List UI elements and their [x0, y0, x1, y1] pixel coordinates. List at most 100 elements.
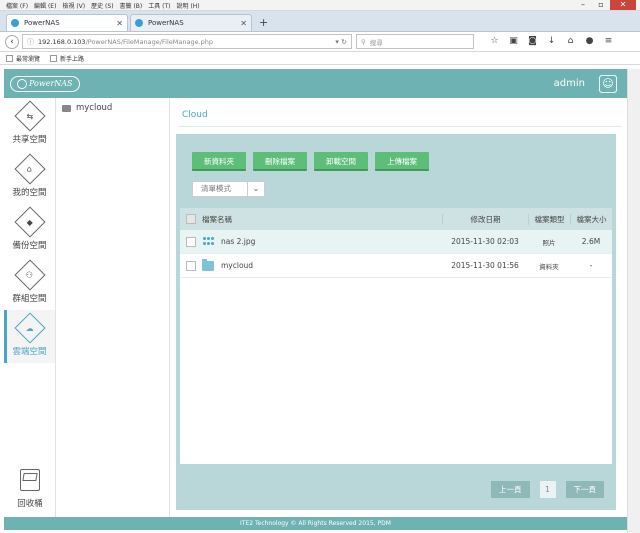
tree-item-mycloud[interactable]: mycloud [56, 98, 169, 118]
tab-title: PowerNAS [148, 19, 184, 27]
view-mode-value: 清單模式 [192, 181, 248, 197]
minimize-button[interactable]: – [574, 0, 592, 10]
recycle-bin-icon [20, 469, 40, 491]
file-panel: 新資料夾 刪除檔案 卸載空間 上傳檔案 清單模式 ⌄ 檔案名稱 修改日期 檔案類… [176, 134, 616, 510]
window-controls: – ▫ ✕ [574, 0, 636, 10]
reload-icon[interactable]: ▾ ↻ [335, 38, 347, 46]
select-all-checkbox[interactable] [186, 214, 196, 224]
row-checkbox[interactable] [186, 260, 196, 271]
sidebar: ⇆ 共享空間 ⌂ 我的空間 ◆ 備份空間 ⚇ 群組空間 ☁ 雲端空間 回收桶 [4, 98, 56, 517]
menu-edit[interactable]: 編輯 (E) [34, 1, 56, 10]
bookmark-most-visited[interactable]: 最常瀏覽 [6, 54, 40, 63]
search-placeholder: 搜尋 [369, 38, 383, 47]
url-host: 192.168.0.103 [38, 37, 86, 46]
menu-bar: 檔案 (F) 編輯 (E) 檢視 (V) 歷史 (S) 書籤 (B) 工具 (T… [0, 0, 640, 11]
delete-file-button[interactable]: 刪除檔案 [253, 152, 307, 171]
browser-tab-active[interactable]: PowerNAS ✕ [6, 14, 128, 31]
tree-item-label: mycloud [76, 103, 113, 113]
tab-title: PowerNAS [24, 19, 60, 27]
footer: ITE2 Technology © All Rights Reserved 20… [4, 517, 627, 530]
chat-icon[interactable]: ● [583, 35, 596, 48]
logo-icon [17, 78, 27, 89]
sidebar-item-backup[interactable]: ◆ 備份空間 [4, 204, 55, 257]
bookmark-getting-started[interactable]: 新手上路 [50, 54, 84, 63]
file-size: 2.6M [581, 237, 601, 246]
app-logo[interactable]: PowerNAS [10, 75, 80, 92]
image-file-icon [202, 237, 214, 247]
search-input[interactable]: ⚲ 搜尋 [356, 34, 474, 49]
home-icon: ⌂ [13, 152, 46, 185]
new-tab-button[interactable]: + [254, 14, 273, 31]
menu-icon[interactable]: ≡ [602, 35, 615, 48]
download-icon[interactable]: ↓ [545, 35, 558, 48]
page-number[interactable]: 1 [539, 481, 556, 498]
column-type[interactable]: 檔案類型 [528, 213, 570, 225]
file-type: 照片 [542, 238, 556, 247]
row-checkbox[interactable] [186, 236, 196, 247]
search-icon: ⚲ [361, 37, 366, 46]
column-name[interactable]: 檔案名稱 [202, 214, 442, 225]
app-header: PowerNAS admin ☺ [4, 69, 627, 98]
menu-bookmarks[interactable]: 書籤 (B) [120, 1, 143, 10]
breadcrumb[interactable]: Cloud [182, 110, 208, 120]
sidebar-item-label: 備份空間 [12, 240, 47, 251]
navigation-bar: ‹ ⓘ 192.168.0.103/PowerNAS/FileManage/Fi… [0, 32, 640, 52]
sidebar-item-shared[interactable]: ⇆ 共享空間 [4, 98, 55, 151]
pocket-icon[interactable]: ◙ [526, 35, 539, 48]
sidebar-item-cloud[interactable]: ☁ 雲端空間 [4, 310, 55, 363]
favicon-icon [11, 19, 19, 27]
bookmark-icon [6, 54, 13, 62]
sidebar-item-label: 回收桶 [17, 499, 43, 509]
bookmarks-bar: 最常瀏覽 新手上路 [0, 52, 640, 65]
menu-file[interactable]: 檔案 (F) [6, 1, 28, 10]
table-row[interactable]: mycloud 2015-11-30 01:56 資料夾 - [180, 254, 612, 278]
file-size: - [589, 261, 593, 270]
address-bar[interactable]: ⓘ 192.168.0.103/PowerNAS/FileManage/File… [22, 34, 352, 49]
username[interactable]: admin [554, 78, 585, 89]
back-button[interactable]: ‹ [5, 34, 19, 49]
scrollbar[interactable] [627, 69, 640, 533]
upload-file-button[interactable]: 上傳檔案 [375, 152, 429, 171]
sidebar-item-recycle-bin[interactable]: 回收桶 [4, 469, 56, 509]
close-tab-icon[interactable]: ✕ [240, 19, 247, 28]
menu-history[interactable]: 歷史 (S) [91, 1, 113, 10]
close-window-button[interactable]: ✕ [610, 0, 636, 10]
unmount-space-button[interactable]: 卸載空間 [314, 152, 368, 171]
star-icon[interactable]: ☆ [488, 35, 501, 48]
info-icon: ⓘ [27, 37, 34, 46]
maximize-button[interactable]: ▫ [592, 0, 610, 10]
backup-icon: ◆ [13, 205, 46, 238]
pagination: 上一頁 1 下一頁 [491, 481, 604, 498]
next-page-button[interactable]: 下一頁 [565, 481, 604, 498]
menu-help[interactable]: 說明 (H) [177, 1, 200, 10]
home-icon[interactable]: ⌂ [564, 35, 577, 48]
file-type: 資料夾 [539, 262, 559, 271]
action-buttons: 新資料夾 刪除檔案 卸載空間 上傳檔案 [192, 152, 436, 171]
url-path: /PowerNAS/FileManage/FileManage.php [85, 37, 214, 46]
user-avatar-icon[interactable]: ☺ [599, 74, 617, 93]
menu-view[interactable]: 檢視 (V) [62, 1, 85, 10]
sidebar-item-group[interactable]: ⚇ 群組空間 [4, 257, 55, 310]
share-icon: ⇆ [13, 99, 46, 132]
sidebar-item-label: 群組空間 [12, 293, 47, 304]
group-icon: ⚇ [13, 258, 46, 291]
sidebar-item-my-space[interactable]: ⌂ 我的空間 [4, 151, 55, 204]
file-name[interactable]: mycloud [221, 261, 253, 270]
view-mode-select[interactable]: 清單模式 ⌄ [192, 181, 265, 197]
prev-page-button[interactable]: 上一頁 [491, 481, 530, 498]
file-date: 2015-11-30 01:56 [451, 261, 519, 270]
file-table: 檔案名稱 修改日期 檔案類型 檔案大小 nas 2.jpg 2015-11-30… [180, 208, 612, 464]
column-date[interactable]: 修改日期 [442, 213, 528, 225]
file-name[interactable]: nas 2.jpg [221, 237, 255, 246]
main-content: Cloud 新資料夾 刪除檔案 卸載空間 上傳檔案 清單模式 ⌄ 檔案名稱 修改… [170, 98, 627, 517]
toolbar-icons: ☆ ▣ ◙ ↓ ⌂ ● ≡ [482, 35, 615, 48]
browser-tab[interactable]: PowerNAS ✕ [130, 14, 252, 31]
menu-tools[interactable]: 工具 (T) [148, 1, 170, 10]
close-tab-icon[interactable]: ✕ [116, 19, 123, 28]
table-row[interactable]: nas 2.jpg 2015-11-30 02:03 照片 2.6M [180, 230, 612, 254]
reading-list-icon[interactable]: ▣ [507, 35, 520, 48]
column-size[interactable]: 檔案大小 [570, 213, 612, 225]
chevron-down-icon[interactable]: ⌄ [248, 181, 265, 197]
sidebar-item-label: 雲端空間 [12, 346, 47, 357]
new-folder-button[interactable]: 新資料夾 [192, 152, 246, 171]
